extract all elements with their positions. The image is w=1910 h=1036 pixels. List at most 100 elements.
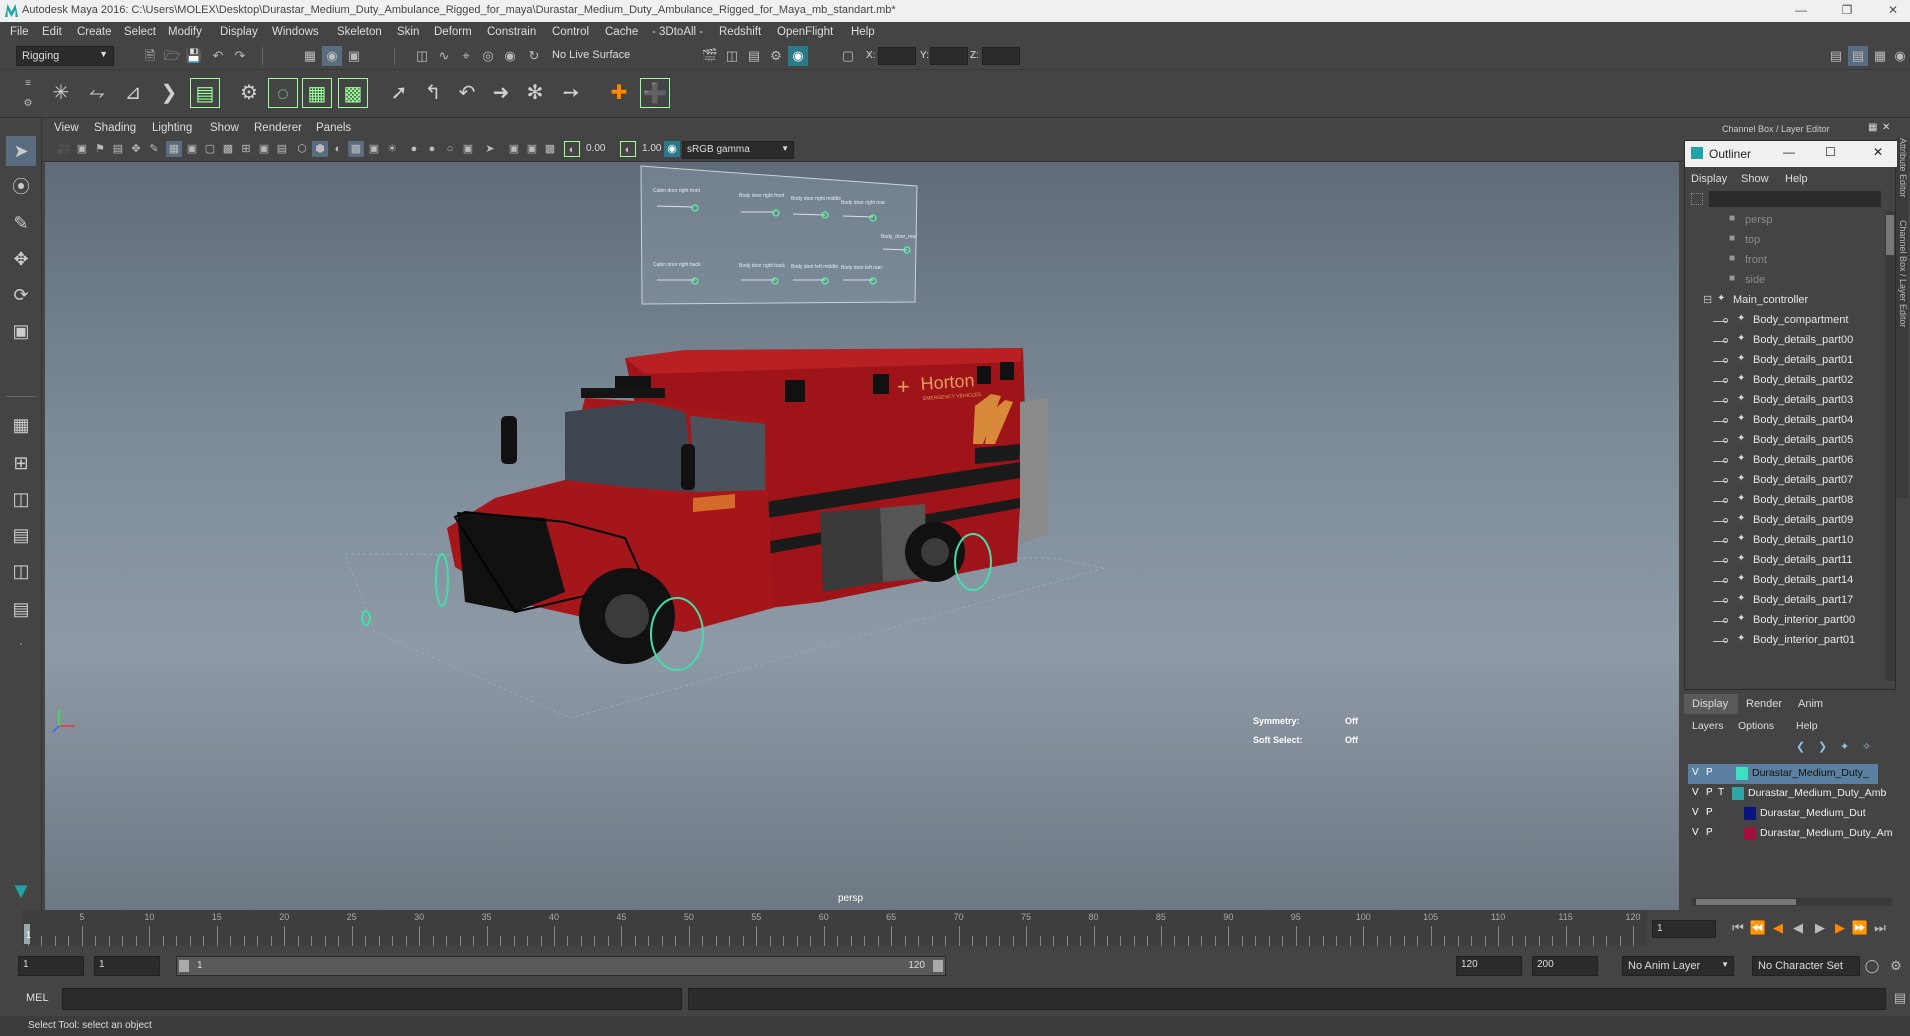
y-field[interactable]	[930, 47, 968, 65]
menu-select[interactable]: Select	[124, 26, 156, 38]
menu-cache[interactable]: Cache	[605, 26, 638, 38]
menu-display[interactable]: Display	[220, 26, 258, 38]
play-back-icon[interactable]: ◀	[1788, 918, 1808, 938]
current-frame-field[interactable]: 1	[1652, 920, 1716, 938]
shelf-menu-icon[interactable]: ≡	[18, 74, 38, 94]
restore-icon[interactable]: ❐	[1838, 3, 1856, 17]
end-frame-field[interactable]: 120	[1456, 956, 1522, 976]
layer-playback-toggle[interactable]: P	[1706, 787, 1713, 798]
outliner-item[interactable]: ✦ Body_details_part07	[1685, 471, 1885, 491]
camera-lock-icon[interactable]: ▣	[74, 141, 90, 157]
cluster-icon[interactable]: ◌	[268, 78, 298, 108]
color-management-icon[interactable]: ◉	[664, 141, 680, 157]
layer-playback-toggle[interactable]: P	[1706, 827, 1713, 838]
tab-display[interactable]: Display	[1684, 694, 1738, 714]
smooth-shade-icon[interactable]: ⬢	[312, 141, 328, 157]
outliner-item[interactable]: ⊟ ✦ Main_controller	[1685, 291, 1885, 311]
menu-help[interactable]: Help	[851, 26, 875, 38]
script-editor-icon[interactable]: ▤	[1890, 988, 1910, 1008]
minimize-icon[interactable]: —	[1783, 145, 1795, 159]
joint-tool-icon[interactable]: ✳	[46, 78, 76, 108]
outliner-item[interactable]: ✦ Body_details_part00	[1685, 331, 1885, 351]
menu-modify[interactable]: Modify	[168, 26, 202, 38]
go-start-icon[interactable]: ⏮	[1728, 918, 1748, 938]
render-view-icon[interactable]: 🎬	[700, 46, 720, 66]
play-forward-icon[interactable]: ▶	[1810, 918, 1830, 938]
move-tool-icon[interactable]: ✥	[6, 244, 36, 274]
outliner-scrollbar[interactable]	[1885, 211, 1895, 681]
layout-icon[interactable]: ▤	[1826, 46, 1846, 66]
render-settings-icon[interactable]: ⚙	[766, 46, 786, 66]
graph-pane-icon[interactable]: ▤	[6, 520, 36, 550]
parent-constraint-icon[interactable]: ✻	[520, 78, 550, 108]
snap-curve-icon[interactable]: ∿	[434, 46, 454, 66]
snap-surface-icon[interactable]: ◉	[500, 46, 520, 66]
move-layer-down-icon[interactable]: ❯	[1818, 740, 1827, 753]
menu-create[interactable]: Create	[77, 26, 112, 38]
point-constraint-icon[interactable]: ➚	[384, 78, 414, 108]
grease-pencil-icon[interactable]: ✎	[146, 141, 162, 157]
outliner-item[interactable]: ✦ Body_details_part17	[1685, 591, 1885, 611]
menu-constrain[interactable]: Constrain	[487, 26, 536, 38]
control-board[interactable]: Cabin door right front Body door right f…	[640, 165, 918, 305]
command-input[interactable]	[62, 988, 682, 1010]
outliner-item[interactable]: ✦ Body_details_part09	[1685, 511, 1885, 531]
minimize-icon[interactable]: —	[1792, 3, 1810, 17]
pole-vector-icon[interactable]: ➙	[556, 78, 586, 108]
start-frame-field[interactable]: 1	[18, 956, 84, 976]
select-tool-icon[interactable]: ➤	[6, 136, 36, 166]
resolution-gate-icon[interactable]: ▢	[202, 141, 218, 157]
layer-scrollbar[interactable]	[1692, 898, 1892, 906]
layers-menu-options[interactable]: Options	[1738, 720, 1774, 732]
outliner-item[interactable]: ✦ Body_details_part01	[1685, 351, 1885, 371]
outliner-item[interactable]: ✦ Body_details_part02	[1685, 371, 1885, 391]
outliner-item[interactable]: ✦ Body_details_part03	[1685, 391, 1885, 411]
save-scene-icon[interactable]: 💾	[184, 46, 204, 66]
vp-menu-shading[interactable]: Shading	[94, 122, 136, 134]
layer-playback-toggle[interactable]: P	[1706, 807, 1713, 818]
outliner-menu-show[interactable]: Show	[1741, 173, 1769, 185]
menu-deform[interactable]: Deform	[434, 26, 472, 38]
textured-icon[interactable]: ▣	[366, 141, 382, 157]
layer-row[interactable]: V P T Durastar_Medium_Duty_Amb	[1688, 784, 1886, 804]
snap-point-icon[interactable]: ⌖	[456, 46, 476, 66]
film-gate-icon[interactable]: ▣	[184, 141, 200, 157]
scale-tool-icon[interactable]: ▣	[6, 316, 36, 346]
bind-pose-icon[interactable]: ▤	[190, 78, 220, 108]
wireframe-icon[interactable]: ⬡	[294, 141, 310, 157]
outliner-item[interactable]: ✦ Body_details_part11	[1685, 551, 1885, 571]
new-scene-icon[interactable]: 🗎	[140, 46, 160, 66]
make-live-icon[interactable]: ↻	[524, 46, 544, 66]
aim-constraint-icon[interactable]: ↰	[418, 78, 448, 108]
layer-row[interactable]: V P Durastar_Medium_Duty_	[1688, 764, 1878, 784]
filter-icon[interactable]	[1691, 193, 1703, 205]
vp-menu-show[interactable]: Show	[210, 122, 239, 134]
exposure-icon[interactable]: ◐	[564, 141, 580, 157]
four-pane-icon[interactable]: ⊞	[6, 448, 36, 478]
layer-color-swatch[interactable]	[1736, 767, 1748, 780]
outliner-menu-help[interactable]: Help	[1785, 173, 1808, 185]
set-driven-key-icon[interactable]: ➕	[640, 78, 670, 108]
two-pane-icon[interactable]: ◫	[6, 484, 36, 514]
character-set-dropdown[interactable]: No Character Set	[1752, 956, 1860, 976]
exposure-field[interactable]: 0.00	[582, 141, 614, 159]
viewport-3d[interactable]: Cabin door right front Body door right f…	[45, 162, 1679, 910]
menu-edit[interactable]: Edit	[42, 26, 62, 38]
outliner-item[interactable]: ■ front	[1685, 251, 1885, 271]
tab-anim[interactable]: Anim	[1798, 698, 1823, 710]
select-hierarchy-icon[interactable]: ▦	[300, 46, 320, 66]
new-layer-icon[interactable]: ✦	[1840, 740, 1849, 753]
layer-row[interactable]: V P Durastar_Medium_Duty_Am	[1688, 824, 1892, 844]
modeling-toolkit-icon[interactable]: ◉	[1890, 46, 1910, 66]
motion-blur-icon[interactable]: ○	[442, 141, 458, 157]
menu-skeleton[interactable]: Skeleton	[337, 26, 382, 38]
field-chart-icon[interactable]: ⊞	[238, 141, 254, 157]
open-scene-icon[interactable]: 🗁	[162, 46, 182, 66]
render-frame-icon[interactable]: ◫	[722, 46, 742, 66]
2d-pan-icon[interactable]: ✥	[128, 141, 144, 157]
redo-icon[interactable]: ↷	[230, 46, 250, 66]
layer-playback-toggle[interactable]: P	[1706, 767, 1713, 778]
menu-skin[interactable]: Skin	[397, 26, 419, 38]
range-handle-left[interactable]	[179, 960, 189, 972]
menu-3dtoall[interactable]: - 3DtoAll -	[652, 26, 703, 38]
